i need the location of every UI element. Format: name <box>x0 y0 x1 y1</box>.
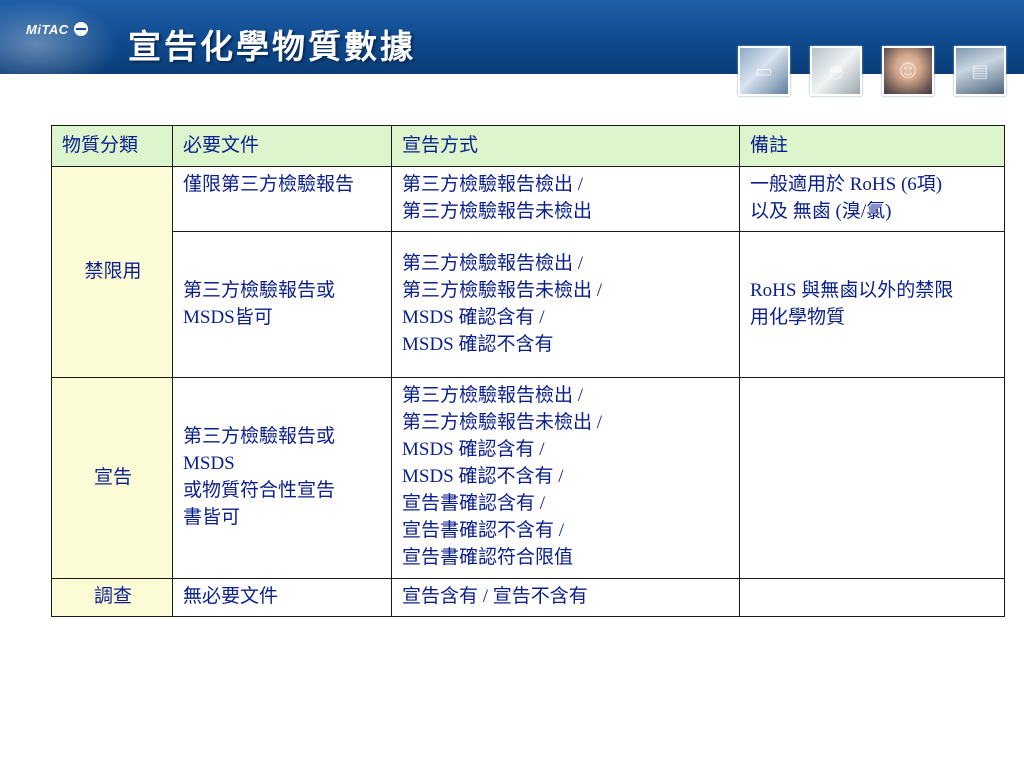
category-cell: 調查 <box>51 578 173 617</box>
logo-text: MiTAC <box>26 21 69 37</box>
table-row: 調查 無必要文件 宣告含有 / 宣告不含有 <box>51 578 1005 617</box>
product-photo-icon: ◓ <box>810 46 862 96</box>
category-cell: 宣告 <box>51 377 173 579</box>
logo-mark-icon <box>73 22 88 36</box>
column-header-category: 物質分類 <box>51 125 173 167</box>
method-cell: 宣告含有 / 宣告不含有 <box>391 578 740 617</box>
column-header-note: 備註 <box>739 125 1005 167</box>
method-cell: 第三方檢驗報告檢出 / 第三方檢驗報告未檢出 <box>391 166 740 232</box>
method-cell: 第三方檢驗報告檢出 / 第三方檢驗報告未檢出 / MSDS 確認含有 / MSD… <box>391 231 740 378</box>
document-cell: 無必要文件 <box>172 578 392 617</box>
method-cell: 第三方檢驗報告檢出 / 第三方檢驗報告未檢出 / MSDS 確認含有 / MSD… <box>391 377 740 579</box>
document-cell: 第三方檢驗報告或 MSDS 或物質符合性宣告 書皆可 <box>172 377 392 579</box>
table-row: 第三方檢驗報告或 MSDS皆可 第三方檢驗報告檢出 / 第三方檢驗報告未檢出 /… <box>52 231 1005 378</box>
column-header-document: 必要文件 <box>172 125 392 167</box>
declaration-table: 物質分類 必要文件 宣告方式 備註 禁限用 僅限第三方檢驗報告 第三方檢驗報告檢… <box>51 125 1005 617</box>
table-row: 宣告 第三方檢驗報告或 MSDS 或物質符合性宣告 書皆可 第三方檢驗報告檢出 … <box>51 377 1005 579</box>
table-row: 禁限用 僅限第三方檢驗報告 第三方檢驗報告檢出 / 第三方檢驗報告未檢出 一般適… <box>51 166 1005 378</box>
category-cell: 禁限用 <box>51 166 173 378</box>
note-cell: RoHS 與無鹵以外的禁限 用化學物質 <box>739 231 1005 378</box>
column-header-method: 宣告方式 <box>391 125 740 167</box>
device-photo-icon: ▤ <box>954 46 1006 96</box>
document-cell: 僅限第三方檢驗報告 <box>172 166 392 232</box>
note-cell <box>739 377 1005 579</box>
note-cell <box>739 578 1005 617</box>
header-thumbnails: ▭ ◓ ☺ ▤ <box>0 46 1024 98</box>
table-header-row: 物質分類 必要文件 宣告方式 備註 <box>51 125 1005 167</box>
company-logo: MiTAC <box>26 18 88 40</box>
person-photo-icon: ☺ <box>882 46 934 96</box>
note-cell: 一般適用於 RoHS (6項) 以及 無鹵 (溴/氯) <box>739 166 1005 232</box>
document-cell: 第三方檢驗報告或 MSDS皆可 <box>172 231 392 378</box>
computer-photo-icon: ▭ <box>738 46 790 96</box>
